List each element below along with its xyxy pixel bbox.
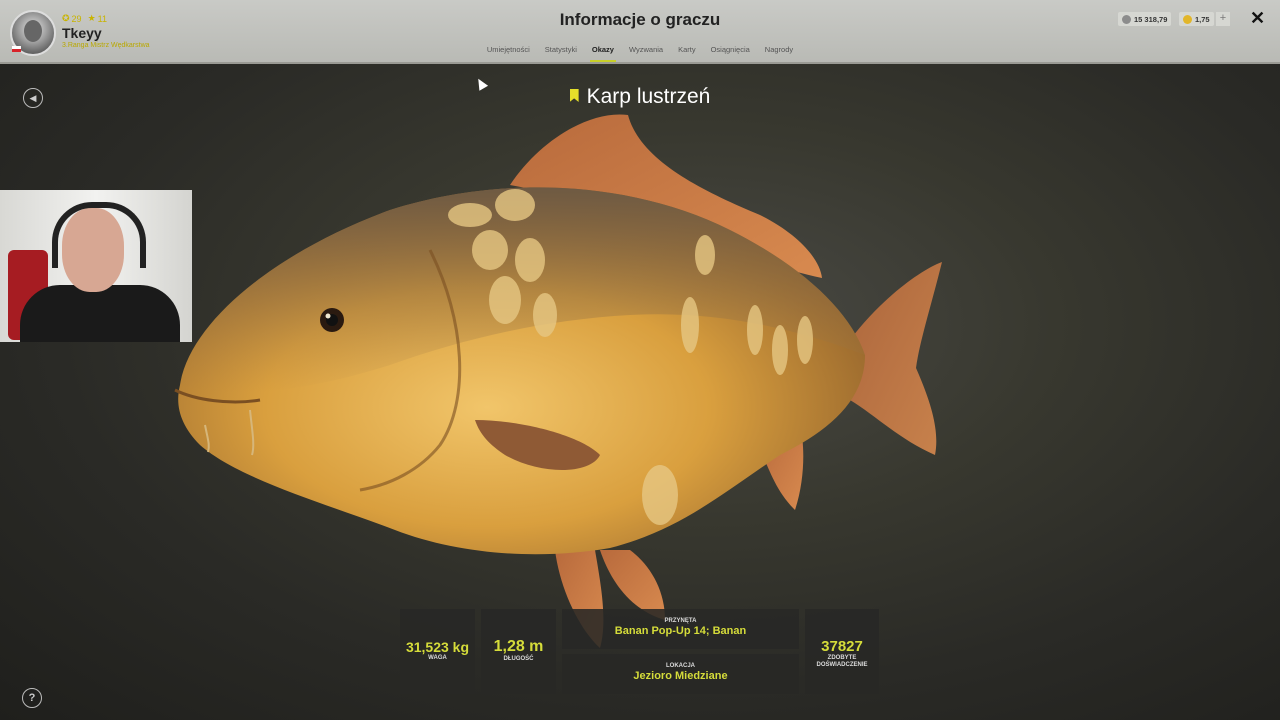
page-title: Informacje o graczu: [559, 10, 721, 29]
length-label: DŁUGOŚĆ: [503, 656, 534, 662]
tab-bar: Umiejętności Statystyki Okazy Wyzwania K…: [0, 44, 1280, 62]
experience-box: 37827 ZDOBYTE DOŚWIADCZENIE: [805, 609, 879, 694]
experience-value: 37827: [821, 638, 863, 655]
top-bar: ✪ 29 ★ 11 Tkeyy 3.Ranga Mistrz Wędkarstwa …: [0, 0, 1280, 64]
fish-model[interactable]: [160, 100, 960, 670]
tab-rewards[interactable]: Nagrody: [765, 44, 793, 59]
tab-skills[interactable]: Umiejętności: [487, 44, 530, 59]
close-button[interactable]: ✕: [1250, 8, 1265, 29]
length-box: 1,28 m DŁUGOŚĆ: [481, 609, 556, 694]
tab-cards[interactable]: Karty: [678, 44, 696, 59]
weight-box: 31,523 kg WAGA: [400, 609, 475, 694]
gold-value: 1,75: [1195, 14, 1210, 24]
tab-achievements[interactable]: Osiągnięcia: [711, 44, 750, 59]
bait-box: PRZYNĘTA Banan Pop-Up 14; Banan: [562, 609, 799, 649]
silver-value: 15 318,79: [1134, 14, 1168, 24]
silver-currency[interactable]: 15 318,79: [1118, 12, 1172, 26]
location-box: LOKACJA Jezioro Miedziane: [562, 654, 799, 694]
experience-label-1: ZDOBYTE: [827, 655, 857, 661]
silver-coin-icon: [1122, 14, 1131, 24]
add-currency-button[interactable]: +: [1216, 12, 1230, 26]
weight-label: WAGA: [428, 655, 447, 661]
help-button[interactable]: ?: [22, 688, 42, 708]
webcam-overlay: [0, 190, 192, 342]
gold-currency[interactable]: 1,75: [1179, 12, 1214, 26]
experience-label-2: DOŚWIADCZENIE: [816, 662, 868, 668]
bait-value: Banan Pop-Up 14; Banan: [614, 625, 747, 637]
gold-coin-icon: [1183, 14, 1192, 24]
location-value: Jezioro Miedziane: [633, 670, 728, 682]
weight-value: 31,523 kg: [405, 639, 470, 655]
tab-trophies[interactable]: Okazy: [589, 44, 617, 62]
location-label: LOKACJA: [665, 663, 695, 669]
length-value: 1,28 m: [493, 638, 544, 655]
tab-statistics[interactable]: Statystyki: [545, 44, 577, 59]
tab-challenges[interactable]: Wyzwania: [629, 44, 663, 59]
bait-label: PRZYNĘTA: [664, 618, 697, 624]
